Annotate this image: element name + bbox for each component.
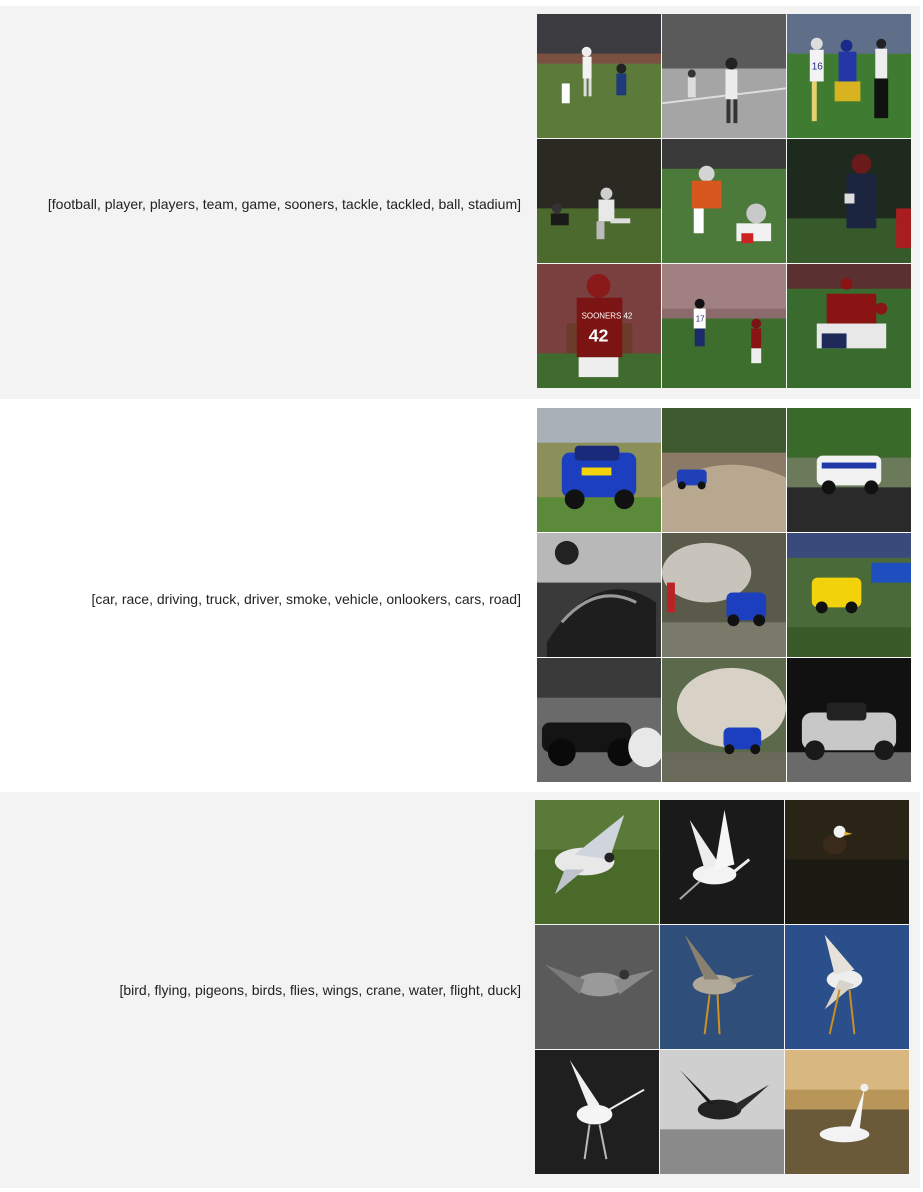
football-photo: [787, 264, 912, 389]
result-row-football: [football, player, players, team, game, …: [0, 6, 920, 399]
football-photo: [537, 139, 662, 264]
bird-photo: [785, 925, 910, 1050]
car-photo: [787, 533, 912, 658]
football-photo: [537, 14, 662, 139]
bird-photo: [535, 1050, 660, 1175]
result-row-bird: [bird, flying, pigeons, birds, flies, wi…: [0, 792, 920, 1188]
football-photo: 16: [787, 14, 912, 139]
svg-text:17: 17: [696, 315, 705, 324]
bird-photo: [785, 1050, 910, 1175]
jersey-text: SOONERS 42: [582, 312, 633, 321]
football-photo: [787, 139, 912, 264]
svg-text:42: 42: [589, 325, 609, 345]
football-photo: SOONERS 42 42: [537, 264, 662, 389]
keyword-list: [football, player, players, team, game, …: [47, 196, 521, 212]
car-photo: [537, 658, 662, 783]
bird-photo: [785, 800, 910, 925]
image-grid: [537, 408, 912, 783]
bird-photo: [535, 925, 660, 1050]
car-photo: [537, 533, 662, 658]
car-photo: [537, 408, 662, 533]
result-row-car: [car, race, driving, truck, driver, smok…: [0, 402, 920, 788]
keyword-list: [car, race, driving, truck, driver, smok…: [91, 591, 521, 607]
image-grid: [535, 800, 910, 1175]
svg-text:16: 16: [812, 62, 824, 73]
keyword-list: [bird, flying, pigeons, birds, flies, wi…: [119, 982, 521, 998]
bird-photo: [660, 800, 785, 925]
car-photo: [662, 533, 787, 658]
car-photo: [662, 408, 787, 533]
bird-photo: [535, 800, 660, 925]
bird-photo: [660, 925, 785, 1050]
car-photo: [787, 658, 912, 783]
car-photo: [787, 408, 912, 533]
bird-photo: [660, 1050, 785, 1175]
football-photo: [662, 14, 787, 139]
football-photo: [662, 139, 787, 264]
image-grid: 16 SOONERS 42 42 17: [537, 14, 912, 389]
football-photo: 17: [662, 264, 787, 389]
car-photo: [662, 658, 787, 783]
